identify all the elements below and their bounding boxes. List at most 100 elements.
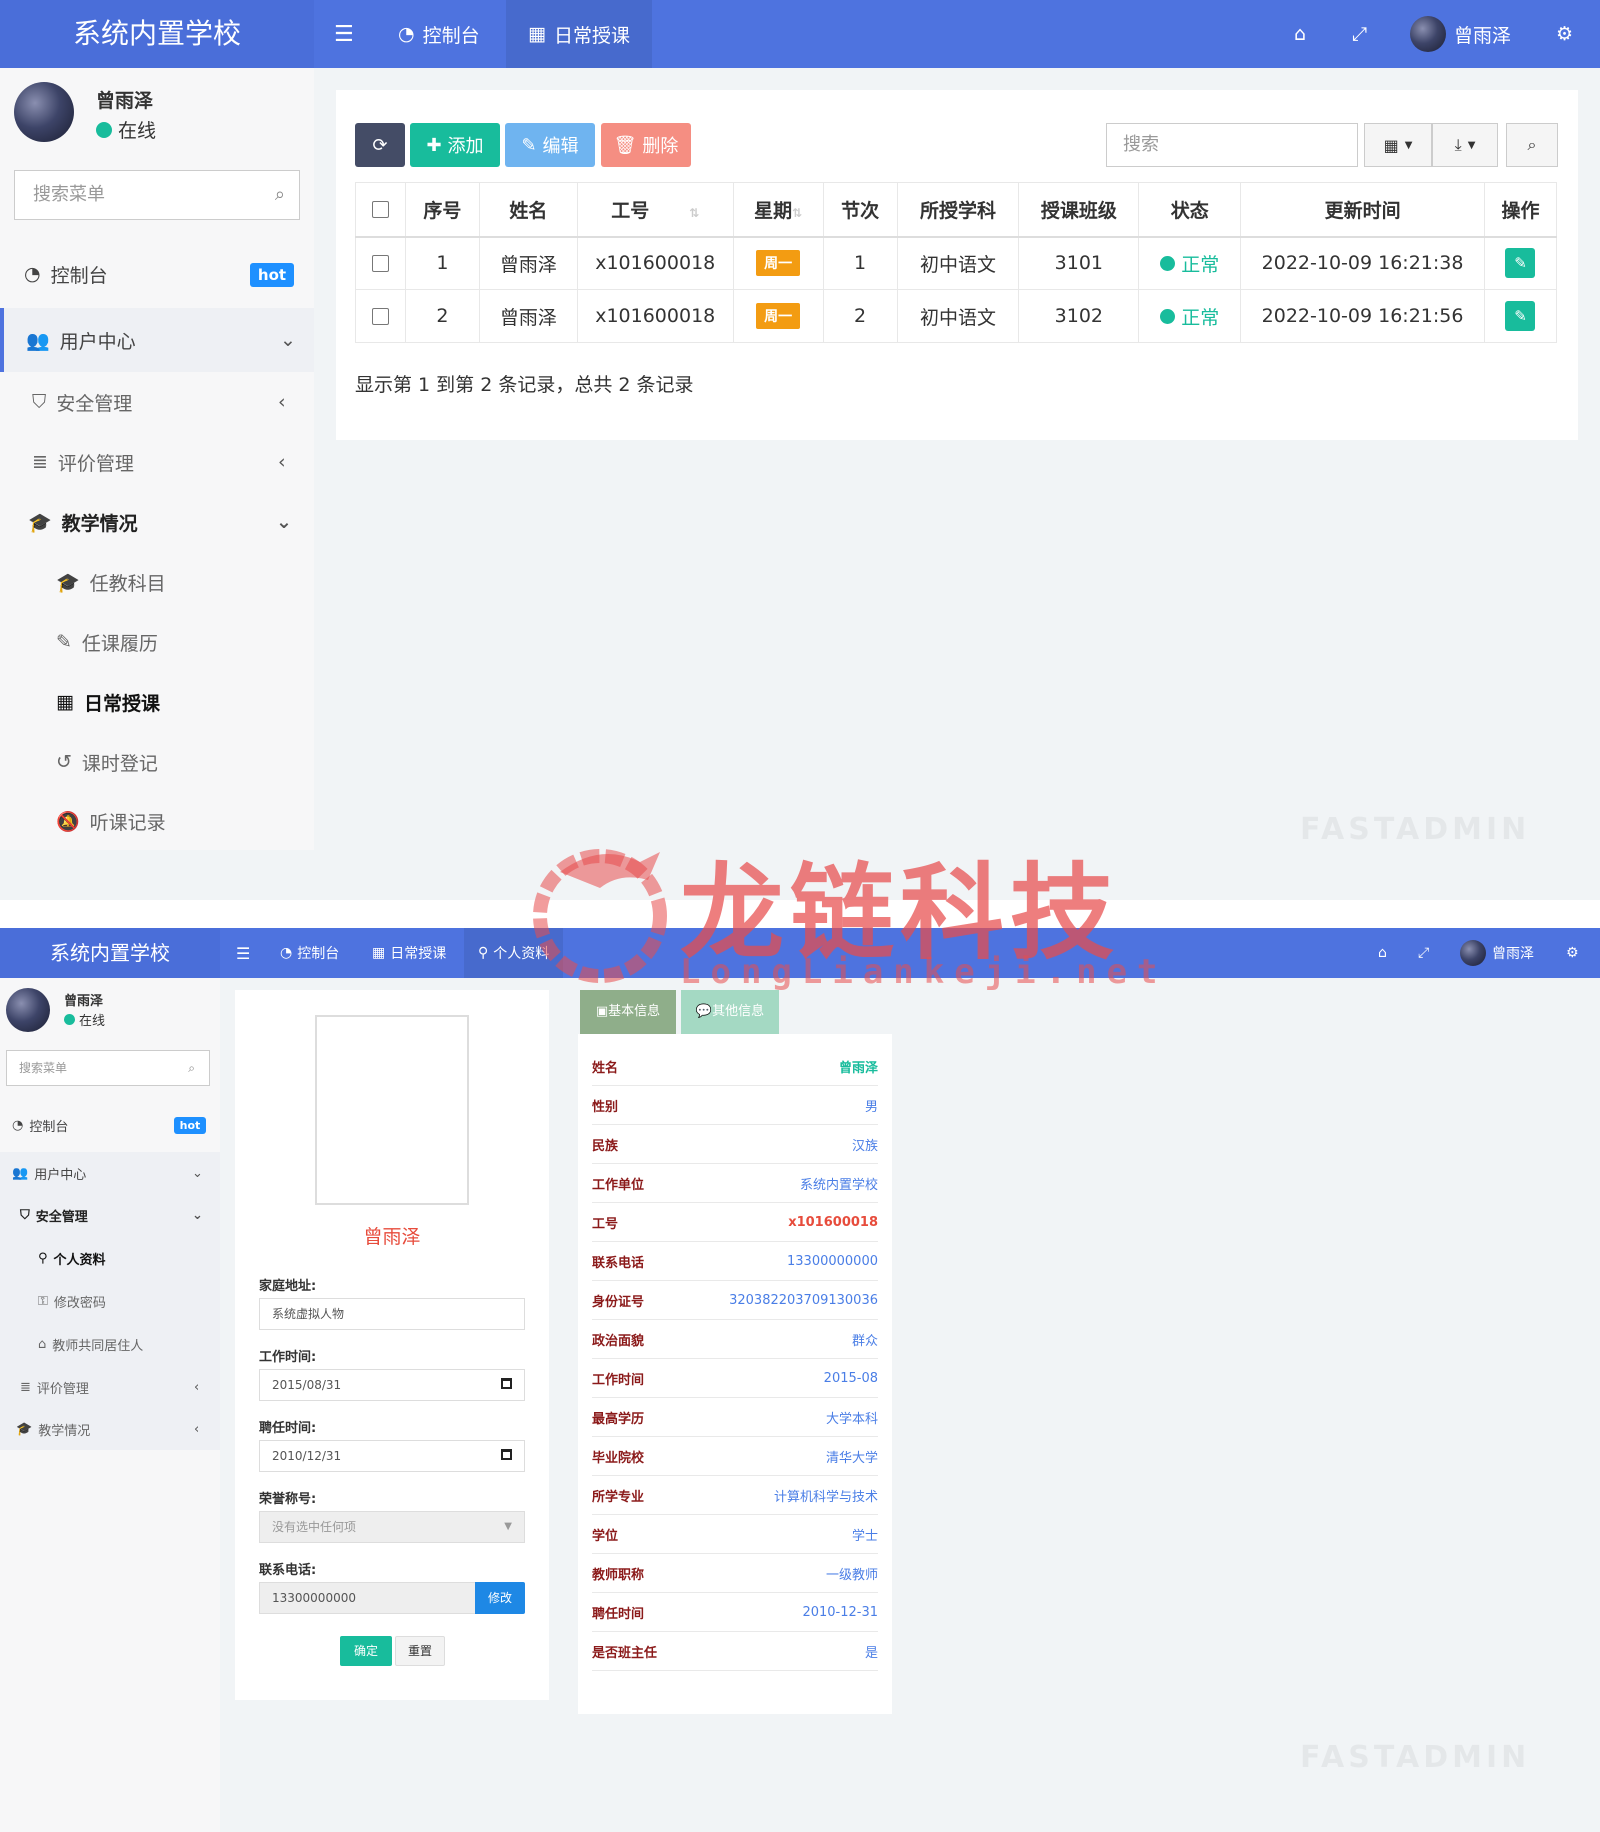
table-row[interactable]: 2 曾雨泽 x101600018 周一 2 初中语文 3102 正常 2022-… — [355, 289, 1558, 343]
col-period[interactable]: 节次 — [822, 182, 898, 238]
confirm-button[interactable]: 确定 — [340, 1636, 392, 1666]
info-row: 所学专业 计算机科学与技术 — [592, 1477, 878, 1515]
fullscreen-button[interactable]: ⤢ — [1352, 0, 1367, 68]
profile-photo[interactable] — [315, 1015, 469, 1205]
calendar-icon[interactable] — [501, 1449, 512, 1460]
profile-screen: 系统内置学校 ☰ ◔ 控制台 ▦ 日常授课 ⚲ 个人资料 ⌂ ⤢ 曾雨泽 ⚙ 曾雨泽 … — [0, 928, 1600, 1832]
cell-action: ✎ — [1483, 236, 1558, 290]
columns-button[interactable]: ▦ ▼ — [1364, 123, 1432, 167]
calendar-icon[interactable] — [501, 1378, 512, 1389]
delete-button[interactable]: 🗑 删除 — [601, 123, 691, 167]
advanced-search-button[interactable]: ⌕ — [1506, 123, 1558, 167]
user-menu[interactable]: 曾雨泽 — [1460, 928, 1534, 978]
menu-security[interactable]: ⛉ 安全管理 ‹ — [0, 372, 314, 432]
work-time-input[interactable]: 2015/08/31 — [259, 1369, 525, 1401]
tab-dashboard-label: 控制台 — [422, 24, 480, 47]
user-name: 曾雨泽 — [1492, 946, 1534, 962]
download-icon: ⤓ — [1454, 135, 1462, 154]
pagination-info: 显示第 1 到第 2 条记录，总共 2 条记录 — [355, 374, 694, 396]
tab-dashboard[interactable]: ◔ 控制台 — [266, 928, 353, 978]
cell-updated: 2022-10-09 16:21:38 — [1240, 236, 1485, 290]
menu-search-input[interactable]: 搜索菜单 ⌕ — [14, 170, 300, 220]
menu-teaching[interactable]: 🎓 教学情况 ‹ — [0, 1408, 220, 1450]
home-button[interactable]: ⌂ — [1294, 0, 1306, 68]
sidebar-toggle[interactable]: ☰ — [334, 0, 354, 68]
menu-security-label: 安全管理 — [35, 1209, 88, 1225]
columns-icon: ▦ — [1383, 135, 1399, 155]
menu-teaching[interactable]: 🎓 教学情况 ⌄ — [0, 492, 314, 552]
honor-select[interactable]: 没有选中任何项 ▼ — [259, 1511, 525, 1543]
chevron-down-icon: ⌄ — [276, 511, 292, 533]
menu-listen[interactable]: 🔕 听课记录 — [0, 792, 314, 850]
settings-button[interactable]: ⚙ — [1556, 0, 1573, 68]
row-edit-button[interactable]: ✎ — [1505, 248, 1536, 279]
menu-password-label: 修改密码 — [53, 1295, 106, 1311]
refresh-button[interactable]: ⟳ — [355, 123, 405, 167]
col-status[interactable]: 状态 — [1138, 182, 1242, 238]
table-search-input[interactable]: 搜索 — [1106, 123, 1358, 167]
fullscreen-button[interactable]: ⤢ — [1418, 928, 1429, 978]
menu-user-center[interactable]: 👥 用户中心 ⌄ — [0, 1152, 220, 1194]
phone-label: 联系电话: — [259, 1563, 317, 1578]
add-label: 添加 — [447, 136, 484, 157]
menu-dashboard[interactable]: ◔ 控制台 hot — [0, 1104, 220, 1146]
plus-icon: ✚ — [426, 134, 442, 156]
menu-cohabitant[interactable]: ⌂ 教师共同居住人 — [0, 1322, 220, 1366]
basic-info-card: 姓名 曾雨泽 性别 男 民族 汉族 工作单位 系统内置学校 工号 x101600018 联… — [578, 1034, 892, 1714]
profile-form-card: 曾雨泽 家庭地址: 系统虚拟人物 工作时间: 2015/08/31 聘任时间: … — [235, 990, 549, 1700]
menu-evaluation[interactable]: ≣ 评价管理 ‹ — [0, 1366, 220, 1408]
cell-status: 正常 — [1138, 236, 1242, 290]
reset-button[interactable]: 重置 — [395, 1636, 445, 1666]
address-input[interactable]: 系统虚拟人物 — [259, 1298, 525, 1330]
menu-dashboard[interactable]: ◔ 控制台 hot — [0, 244, 314, 304]
menu-user-center[interactable]: 👥 用户中心 ⌄ — [0, 308, 314, 372]
add-button[interactable]: ✚ 添加 — [410, 123, 500, 167]
menu-password[interactable]: ⚿ 修改密码 — [0, 1280, 220, 1322]
menu-evaluation[interactable]: ≣ 评价管理 ‹ — [0, 432, 314, 492]
phone-input[interactable]: 13300000000 — [259, 1582, 477, 1614]
tab-daily[interactable]: ▦ 日常授课 — [506, 0, 652, 68]
app-logo[interactable]: 系统内置学校 — [0, 0, 314, 68]
menu-hours[interactable]: ↺ 课时登记 — [0, 732, 314, 792]
row-select-cell[interactable] — [355, 236, 406, 290]
col-id[interactable]: 工号 ⇅ — [576, 182, 734, 238]
menu-search-input[interactable]: 搜索菜单 ⌕ — [6, 1050, 210, 1086]
tab-daily[interactable]: ▦ 日常授课 — [358, 928, 460, 978]
row-checkbox[interactable] — [371, 255, 389, 273]
cell-action: ✎ — [1483, 289, 1558, 343]
select-all-checkbox[interactable] — [371, 201, 389, 219]
menu-history[interactable]: ✎ 任课履历 — [0, 612, 314, 672]
col-weekday[interactable]: 星期⇅ — [732, 182, 824, 238]
users-icon: 👥 — [12, 1165, 29, 1181]
col-name[interactable]: 姓名 — [478, 182, 578, 238]
fullscreen-icon: ⤢ — [1418, 945, 1430, 961]
tab-other-info[interactable]: 💬其他信息 — [681, 990, 779, 1034]
tab-profile[interactable]: ⚲ 个人资料 — [464, 928, 564, 978]
col-updated[interactable]: 更新时间 — [1240, 182, 1485, 238]
menu-subjects[interactable]: 🎓 任教科目 — [0, 552, 314, 612]
col-class[interactable]: 授课班级 — [1018, 182, 1140, 238]
tab-dashboard[interactable]: ◔ 控制台 — [384, 0, 494, 68]
col-subject[interactable]: 所授学科 — [896, 182, 1020, 238]
row-select-cell[interactable] — [355, 289, 406, 343]
users-icon: 👥 — [26, 329, 50, 352]
row-checkbox[interactable] — [371, 308, 389, 325]
settings-button[interactable]: ⚙ — [1566, 928, 1579, 978]
home-button[interactable]: ⌂ — [1378, 928, 1387, 978]
info-row: 工作时间 2015-08 — [592, 1360, 878, 1398]
user-menu[interactable]: 曾雨泽 — [1410, 0, 1511, 68]
col-no[interactable]: 序号 — [404, 182, 480, 238]
export-button[interactable]: ⤓ ▼ — [1432, 123, 1498, 167]
table-row[interactable]: 1 曾雨泽 x101600018 周一 1 初中语文 3101 正常 2022-… — [355, 236, 1558, 290]
select-all-cell[interactable] — [355, 182, 406, 238]
row-edit-button[interactable]: ✎ — [1505, 301, 1536, 331]
menu-daily[interactable]: ▦ 日常授课 — [0, 672, 314, 732]
edit-button[interactable]: ✎ 编辑 — [505, 123, 595, 167]
hire-time-input[interactable]: 2010/12/31 — [259, 1440, 525, 1472]
tab-basic-info[interactable]: ▣基本信息 — [580, 990, 676, 1034]
modify-phone-button[interactable]: 修改 — [475, 1582, 525, 1614]
sidebar-toggle[interactable]: ☰ — [236, 928, 250, 978]
app-logo[interactable]: 系统内置学校 — [0, 928, 220, 978]
menu-profile[interactable]: ⚲ 个人资料 — [0, 1236, 220, 1280]
menu-security[interactable]: ⛉ 安全管理 ⌄ — [0, 1194, 220, 1236]
